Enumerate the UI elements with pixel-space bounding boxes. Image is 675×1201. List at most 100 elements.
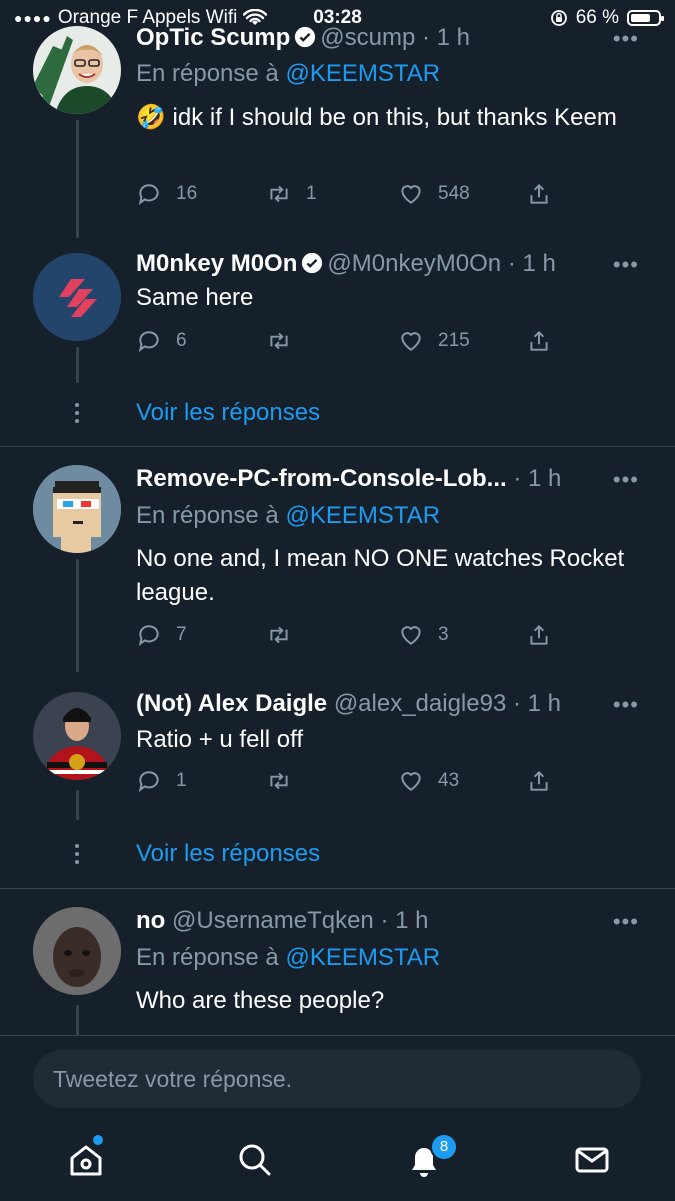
avatar[interactable]	[33, 692, 121, 780]
retweet-icon	[270, 332, 288, 350]
like-count: 548	[438, 183, 470, 204]
messages-icon	[575, 1147, 609, 1173]
tweet-no[interactable]: no @UsernameTqken · 1 h ••• En réponse à…	[0, 889, 675, 1035]
heart-icon	[401, 332, 421, 351]
tab-home[interactable]	[66, 1135, 106, 1180]
tweet-text: Who are these people?	[136, 987, 385, 1014]
tweet-header: (Not) Alex Daigle @alex_daigle93 · 1 h	[136, 690, 605, 718]
orientation-lock-icon	[550, 10, 567, 26]
reply-count: 6	[176, 330, 187, 351]
reply-prefix: En réponse à	[136, 502, 279, 529]
thread-gap-dots	[75, 844, 79, 868]
share-icon	[530, 183, 548, 204]
more-options-icon[interactable]: •••	[613, 692, 639, 718]
tweet-monkey-moon[interactable]: M0nkey M0On @M0nkeyM0On · 1 h ••• Same he…	[0, 240, 675, 445]
tweet-header: Remove-PC-from-Console-Lob... · 1 h	[136, 465, 605, 493]
tweet-actions: 6 215	[136, 328, 556, 358]
reply-count: 7	[176, 624, 187, 645]
reply-context: En réponse à @KEEMSTAR	[136, 502, 440, 530]
tweet-actions: 16 1 548	[136, 181, 556, 211]
reply-icon	[138, 331, 159, 352]
battery-icon	[627, 10, 664, 26]
reply-button[interactable]: 16	[136, 181, 197, 207]
retweet-count: 1	[306, 183, 317, 204]
tweet-text: Same here	[136, 284, 254, 311]
reply-icon	[138, 184, 159, 205]
display-name[interactable]: (Not) Alex Daigle	[136, 690, 327, 717]
reply-count: 16	[176, 183, 198, 204]
reply-mention-link[interactable]: @KEEMSTAR	[285, 502, 440, 529]
share-icon	[530, 624, 548, 645]
search-icon	[239, 1144, 271, 1176]
verified-badge-icon	[302, 252, 323, 274]
reply-prefix: En réponse à	[136, 944, 279, 971]
retweet-button[interactable]	[266, 328, 292, 354]
heart-icon	[401, 772, 421, 791]
timestamp: · 1 h	[507, 250, 556, 277]
avatar[interactable]	[33, 907, 121, 995]
like-button[interactable]: 548	[398, 181, 470, 207]
handle[interactable]: @UsernameTqken	[172, 907, 374, 934]
avatar[interactable]	[33, 465, 121, 553]
avatar[interactable]	[33, 253, 121, 341]
reply-icon	[138, 625, 159, 646]
reply-input[interactable]: Tweetez votre réponse.	[33, 1050, 641, 1108]
notifications-badge: 8	[430, 1133, 458, 1161]
timestamp: · 1 h	[513, 465, 562, 492]
handle[interactable]: @alex_daigle93	[334, 690, 507, 717]
reply-button[interactable]: 7	[136, 622, 187, 648]
retweet-button[interactable]	[266, 768, 292, 794]
tweet-header: no @UsernameTqken · 1 h	[136, 907, 605, 935]
tab-search[interactable]	[235, 1140, 275, 1180]
tab-notifications[interactable]: 8	[404, 1133, 458, 1180]
reply-button[interactable]: 6	[136, 328, 187, 354]
tweet-scump[interactable]: OpTic Scump @scump · 1 h ••• En réponse à…	[0, 0, 675, 240]
share-button[interactable]	[526, 181, 552, 207]
like-count: 3	[438, 624, 449, 645]
tab-messages[interactable]	[572, 1140, 612, 1180]
reply-context: En réponse à @KEEMSTAR	[136, 944, 440, 972]
display-name[interactable]: no	[136, 907, 165, 934]
handle[interactable]: @M0nkeyM0On	[327, 250, 501, 277]
like-button[interactable]: 3	[398, 622, 449, 648]
reply-mention-link[interactable]: @KEEMSTAR	[285, 944, 440, 971]
reply-context: En réponse à @KEEMSTAR	[136, 60, 440, 88]
share-button[interactable]	[526, 768, 552, 794]
thread-line	[76, 120, 79, 238]
more-options-icon[interactable]: •••	[613, 467, 639, 493]
share-icon	[530, 770, 548, 791]
retweet-button[interactable]: 1	[266, 181, 317, 207]
home-icon	[70, 1145, 102, 1176]
timestamp: · 1 h	[512, 690, 562, 717]
avatar[interactable]	[33, 26, 121, 114]
more-options-icon[interactable]: •••	[613, 252, 639, 278]
show-replies-link[interactable]: Voir les réponses	[136, 399, 320, 427]
heart-icon	[401, 626, 421, 645]
display-name[interactable]: M0nkey M0On	[136, 250, 297, 277]
timestamp: · 1 h	[380, 907, 429, 934]
share-button[interactable]	[526, 622, 552, 648]
tweet-alex-daigle[interactable]: (Not) Alex Daigle @alex_daigle93 · 1 h •…	[0, 672, 675, 888]
tweet-remove-pc[interactable]: Remove-PC-from-Console-Lob... · 1 h ••• …	[0, 447, 675, 672]
like-button[interactable]: 43	[398, 768, 459, 794]
show-replies-link[interactable]: Voir les réponses	[136, 840, 320, 868]
share-icon	[530, 330, 548, 351]
reply-button[interactable]: 1	[136, 768, 187, 794]
retweet-button[interactable]	[266, 622, 292, 648]
reply-mention-link[interactable]: @KEEMSTAR	[285, 60, 440, 87]
display-name[interactable]: Remove-PC-from-Console-Lob...	[136, 465, 507, 492]
reply-prefix: En réponse à	[136, 60, 279, 87]
share-button[interactable]	[526, 328, 552, 354]
battery-percent: 66 %	[575, 7, 619, 28]
more-options-icon[interactable]: •••	[613, 909, 639, 935]
like-count: 43	[438, 770, 460, 791]
thread-line	[76, 559, 79, 672]
retweet-icon	[270, 626, 288, 644]
tweet-text: 🤣 idk if I should be on this, but thanks…	[136, 104, 617, 131]
tweet-header: M0nkey M0On @M0nkeyM0On · 1 h	[136, 250, 605, 278]
like-count: 215	[438, 330, 470, 351]
status-bar: ●●●● Orange F Appels Wifi 03:28 66 %	[0, 0, 675, 36]
like-button[interactable]: 215	[398, 328, 470, 354]
tweet-actions: 1 43	[136, 768, 556, 798]
retweet-icon	[270, 772, 288, 790]
